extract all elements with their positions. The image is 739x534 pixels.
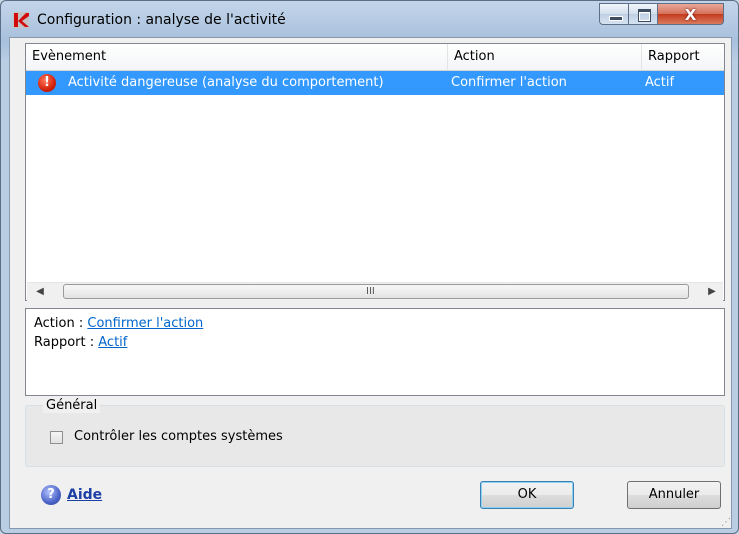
dialog-window: Configuration : analyse de l'activité X … — [0, 0, 739, 534]
help-link[interactable]: Aide — [67, 487, 102, 503]
ok-button[interactable]: OK — [480, 481, 574, 509]
cancel-button[interactable]: Annuler — [627, 481, 721, 509]
window-title: Configuration : analyse de l'activité — [37, 12, 286, 28]
row-report: Actif — [645, 75, 675, 90]
minimize-button[interactable] — [599, 3, 629, 25]
action-link[interactable]: Confirmer l'action — [87, 316, 203, 331]
maximize-button[interactable] — [628, 3, 658, 25]
events-table[interactable]: Evènement Action Rapport ! Activité dang… — [25, 43, 725, 301]
details-action-line: Action : Confirmer l'action — [34, 314, 716, 333]
system-accounts-label[interactable]: Contrôler les comptes systèmes — [74, 429, 283, 444]
report-label: Rapport : — [34, 335, 95, 350]
scroll-left-arrow-icon[interactable]: ◀ — [31, 283, 49, 301]
action-label: Action : — [34, 316, 84, 331]
maximize-icon — [638, 9, 651, 22]
scrollbar-thumb[interactable]: III — [63, 284, 689, 299]
details-panel: Action : Confirmer l'action Rapport : Ac… — [25, 308, 725, 396]
row-event: Activité dangereuse (analyse du comporte… — [68, 75, 384, 90]
details-report-line: Rapport : Actif — [34, 333, 716, 352]
scrollbar-grip: III — [366, 286, 375, 297]
general-legend: Général — [43, 398, 101, 413]
horizontal-scrollbar[interactable]: ◀ III ▶ — [27, 282, 723, 301]
scroll-right-arrow-icon[interactable]: ▶ — [703, 283, 721, 301]
column-header-event[interactable]: Evènement — [26, 44, 448, 70]
column-header-report[interactable]: Rapport — [642, 44, 724, 70]
danger-icon: ! — [38, 74, 56, 92]
kaspersky-logo-icon — [13, 12, 29, 28]
table-header: Evènement Action Rapport — [26, 44, 724, 71]
close-icon: X — [684, 6, 697, 24]
help-icon[interactable]: ? — [41, 485, 61, 505]
report-link[interactable]: Actif — [98, 335, 127, 350]
title-bar[interactable]: Configuration : analyse de l'activité X — [1, 1, 738, 37]
row-action: Confirmer l'action — [451, 75, 567, 90]
resize-grip-icon[interactable]: ⋰ — [721, 517, 733, 529]
minimize-icon — [609, 16, 623, 21]
system-accounts-checkbox[interactable] — [50, 431, 63, 444]
column-header-action[interactable]: Action — [448, 44, 642, 70]
close-button[interactable]: X — [657, 3, 724, 25]
table-row[interactable]: ! Activité dangereuse (analyse du compor… — [26, 71, 724, 95]
